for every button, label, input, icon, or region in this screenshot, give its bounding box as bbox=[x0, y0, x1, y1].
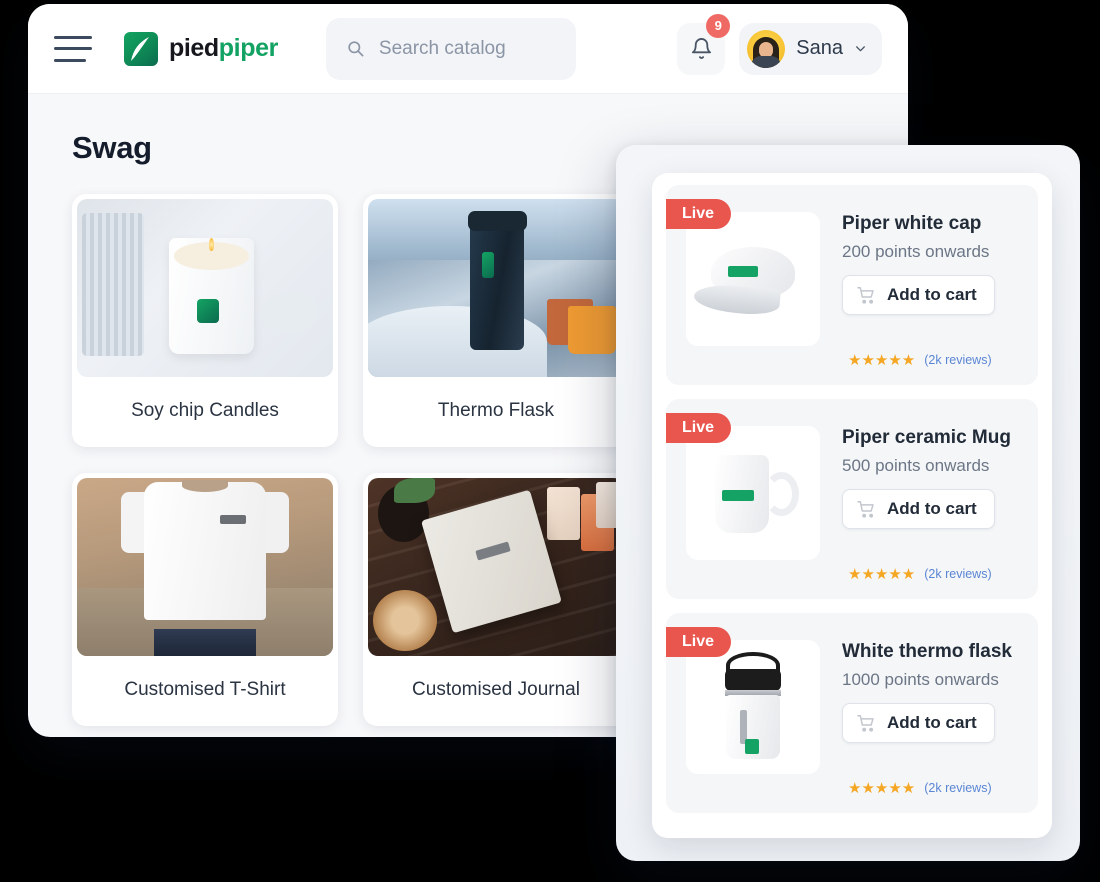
featured-points: 1000 points onwards bbox=[842, 670, 999, 689]
star-rating-icons: ★★★★★ bbox=[848, 352, 916, 369]
catalog-card-label: Thermo Flask bbox=[437, 400, 555, 421]
search-input[interactable]: Search catalog bbox=[325, 17, 576, 80]
featured-image-flask bbox=[686, 640, 820, 774]
status-badge: Live bbox=[666, 413, 732, 443]
shopping-cart-icon bbox=[857, 286, 874, 304]
featured-image-mug bbox=[686, 426, 820, 560]
review-count-label[interactable]: (2k reviews) bbox=[924, 781, 991, 795]
brand-wordmark: piedpiper bbox=[169, 34, 278, 63]
brand-name-first: pied bbox=[169, 34, 219, 62]
hamburger-menu-icon[interactable] bbox=[54, 35, 92, 62]
leaf-logo-icon bbox=[124, 31, 158, 66]
rating: ★★★★★ (2k reviews) bbox=[848, 565, 992, 583]
product-image-thermo-flask bbox=[368, 199, 624, 377]
featured-card-piper-ceramic-mug[interactable]: Live Piper ceramic Mug 500 points onward… bbox=[666, 399, 1038, 599]
screenshot-stage: piedpiper Search catalog 9 Sana Swag Soy… bbox=[0, 0, 1100, 882]
featured-points: 500 points onwards bbox=[842, 456, 990, 475]
user-name-label: Sana bbox=[796, 37, 843, 59]
featured-products-panel: Live Piper white cap 200 points onwards … bbox=[616, 145, 1080, 861]
chevron-down-icon bbox=[856, 46, 865, 52]
featured-title: Piper ceramic Mug bbox=[842, 427, 1011, 448]
top-navigation-bar: piedpiper Search catalog 9 Sana bbox=[28, 4, 908, 94]
add-to-cart-label: Add to cart bbox=[887, 713, 977, 732]
bell-icon bbox=[691, 38, 711, 59]
shopping-cart-icon bbox=[857, 500, 874, 518]
featured-points: 200 points onwards bbox=[842, 242, 990, 261]
leaf-glyph bbox=[131, 36, 149, 61]
avatar bbox=[747, 29, 786, 68]
rating: ★★★★★ (2k reviews) bbox=[848, 351, 992, 369]
featured-card-piper-white-cap[interactable]: Live Piper white cap 200 points onwards … bbox=[666, 185, 1038, 385]
notification-count-badge: 9 bbox=[706, 13, 731, 38]
add-to-cart-label: Add to cart bbox=[887, 285, 977, 304]
topbar-actions: 9 Sana bbox=[677, 13, 882, 75]
notifications-button[interactable]: 9 bbox=[677, 13, 731, 75]
catalog-card-label: Soy chip Candles bbox=[131, 400, 279, 421]
featured-info: White thermo flask 1000 points onwards A… bbox=[820, 613, 1012, 743]
search-icon bbox=[348, 41, 364, 57]
add-to-cart-button[interactable]: Add to cart bbox=[842, 275, 995, 315]
catalog-card-journal[interactable]: Customised Journal bbox=[363, 473, 629, 726]
featured-info: Piper white cap 200 points onwards Add t… bbox=[820, 185, 995, 315]
status-badge: Live bbox=[666, 199, 732, 229]
product-image-journal bbox=[368, 478, 624, 656]
star-rating-icons: ★★★★★ bbox=[848, 780, 916, 797]
product-image-candles bbox=[77, 199, 333, 377]
catalog-card-label: Customised Journal bbox=[412, 679, 580, 700]
star-rating-icons: ★★★★★ bbox=[848, 566, 916, 583]
featured-info: Piper ceramic Mug 500 points onwards Add… bbox=[820, 399, 1011, 529]
search-placeholder: Search catalog bbox=[378, 37, 506, 59]
add-to-cart-label: Add to cart bbox=[887, 499, 977, 518]
featured-products-list: Live Piper white cap 200 points onwards … bbox=[652, 173, 1052, 838]
status-badge: Live bbox=[666, 627, 732, 657]
user-menu[interactable]: Sana bbox=[739, 22, 882, 75]
catalog-card-tshirt[interactable]: Customised T-Shirt bbox=[72, 473, 338, 726]
shopping-cart-icon bbox=[857, 714, 874, 732]
add-to-cart-button[interactable]: Add to cart bbox=[842, 489, 995, 529]
catalog-card-candles[interactable]: Soy chip Candles bbox=[72, 194, 338, 447]
catalog-card-label: Customised T-Shirt bbox=[124, 679, 286, 700]
featured-title: Piper white cap bbox=[842, 213, 982, 234]
featured-image-cap bbox=[686, 212, 820, 346]
catalog-card-thermo-flask[interactable]: Thermo Flask bbox=[363, 194, 629, 447]
product-image-tshirt bbox=[77, 478, 333, 656]
review-count-label[interactable]: (2k reviews) bbox=[924, 567, 991, 581]
brand-logo[interactable]: piedpiper bbox=[124, 31, 278, 66]
brand-name-second: piper bbox=[218, 34, 279, 62]
featured-card-white-thermo-flask[interactable]: Live White thermo flask 1000 points onwa… bbox=[666, 613, 1038, 813]
review-count-label[interactable]: (2k reviews) bbox=[924, 353, 991, 367]
add-to-cart-button[interactable]: Add to cart bbox=[842, 703, 995, 743]
rating: ★★★★★ (2k reviews) bbox=[848, 779, 992, 797]
featured-title: White thermo flask bbox=[842, 641, 1012, 662]
